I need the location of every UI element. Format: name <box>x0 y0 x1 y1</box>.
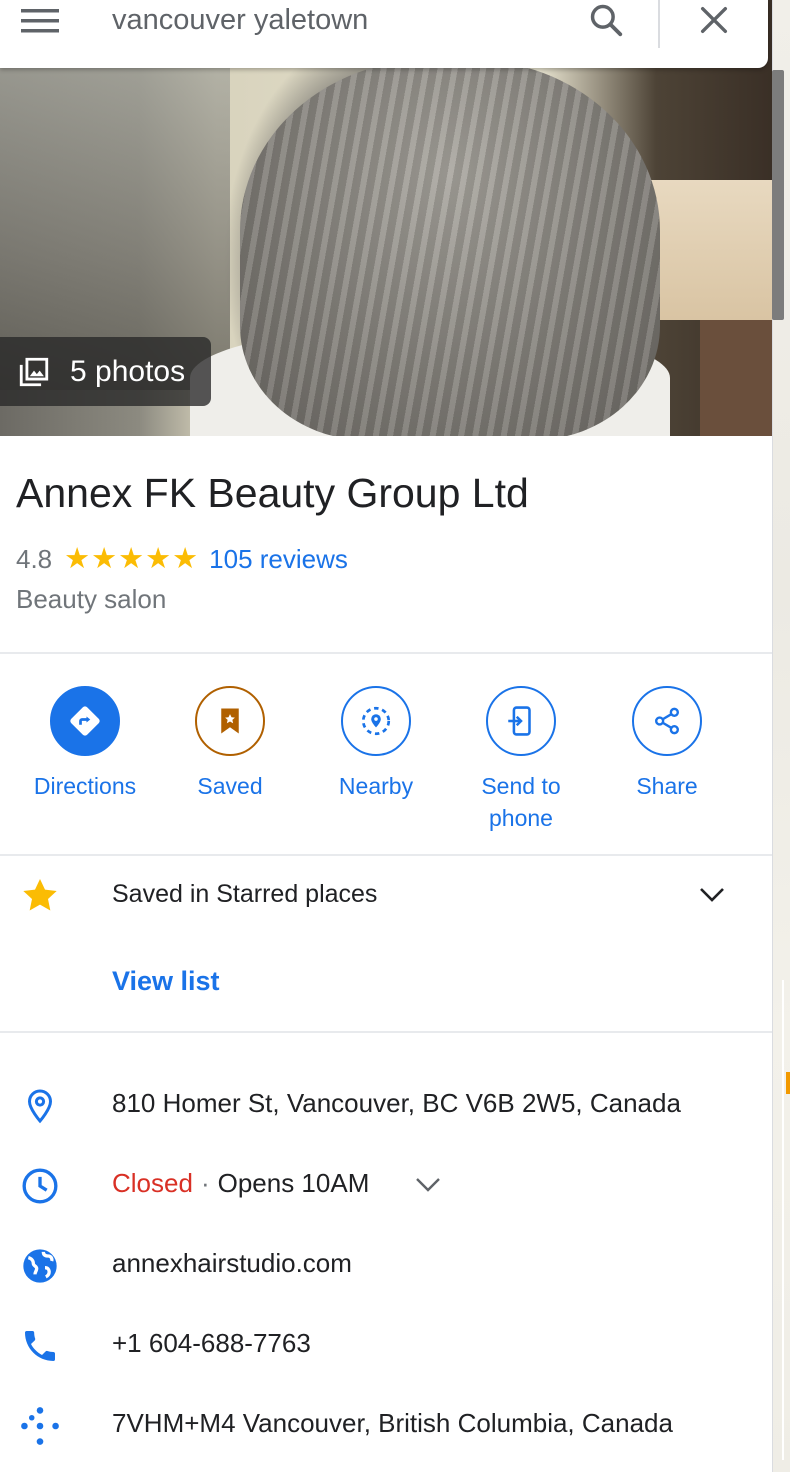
plus-code-text: 7VHM+M4 Vancouver, British Columbia, Can… <box>112 1408 673 1438</box>
menu-button[interactable] <box>20 6 60 36</box>
website-row[interactable]: annexhairstudio.com <box>0 1240 772 1290</box>
star-icon: ★ <box>64 542 91 575</box>
chevron-down-icon[interactable] <box>415 1177 441 1193</box>
panel-scrollbar[interactable] <box>772 70 784 320</box>
plus-code-icon <box>18 1404 62 1448</box>
hours-separator: · <box>200 1168 210 1198</box>
website-link[interactable]: annexhairstudio.com <box>112 1248 352 1279</box>
saved-circle <box>195 686 265 756</box>
clock-icon <box>18 1164 62 1208</box>
send-to-phone-icon <box>508 706 531 736</box>
phone-icon <box>18 1324 62 1368</box>
nearby-label: Nearby <box>338 773 414 799</box>
section-divider <box>0 854 772 856</box>
search-divider <box>658 0 660 48</box>
globe-icon <box>18 1244 62 1288</box>
opening-time: Opens 10AM <box>217 1168 370 1198</box>
saved-expand-button[interactable] <box>694 880 730 910</box>
star-icon: ★ <box>172 542 199 575</box>
directions-circle <box>50 686 120 756</box>
hours-text: Closed · Opens 10AM <box>112 1168 441 1199</box>
share-label: Share <box>636 773 698 799</box>
hamburger-menu-icon <box>21 9 59 33</box>
nearby-circle <box>341 686 411 756</box>
place-panel: 5 photos vancouver yaletown Annex FK Bea… <box>0 0 772 1472</box>
map-marker[interactable] <box>786 1072 790 1094</box>
open-status: Closed <box>112 1168 193 1198</box>
address-text: 810 Homer St, Vancouver, BC V6B 2W5, Can… <box>112 1088 681 1118</box>
send-to-phone-button[interactable]: Send to phone <box>451 686 591 834</box>
send-to-phone-label: Send to phone <box>481 773 561 831</box>
star-icon: ★ <box>91 542 118 575</box>
search-bar <box>0 0 768 68</box>
close-icon <box>700 6 728 34</box>
search-input[interactable] <box>112 0 562 40</box>
address-row[interactable]: 810 Homer St, Vancouver, BC V6B 2W5, Can… <box>0 1080 772 1130</box>
plus-code-row[interactable]: 7VHM+M4 Vancouver, British Columbia, Can… <box>0 1400 772 1450</box>
section-divider <box>0 1031 772 1033</box>
photo-subject <box>240 60 660 436</box>
place-title: Annex FK Beauty Group Ltd <box>16 470 529 516</box>
photos-button[interactable]: 5 photos <box>0 337 211 406</box>
nearby-button[interactable]: Nearby <box>306 686 446 802</box>
chevron-down-icon <box>700 888 724 902</box>
reviews-link[interactable]: 105 reviews <box>209 544 348 575</box>
search-icon <box>590 4 623 37</box>
rating-value: 4.8 <box>16 543 53 574</box>
photo-background <box>700 320 772 436</box>
star-icon: ★ <box>145 542 172 575</box>
directions-icon <box>70 706 100 736</box>
star-rating: ★ ★ ★ ★ ★ <box>64 542 199 575</box>
photo-library-icon <box>16 354 52 390</box>
clear-search-button[interactable] <box>692 0 736 40</box>
saved-label: Saved <box>197 773 263 799</box>
bookmark-icon <box>221 708 239 734</box>
photos-count-label: 5 photos <box>70 354 186 388</box>
send-to-phone-circle <box>486 686 556 756</box>
saved-button[interactable]: Saved <box>160 686 300 802</box>
share-button[interactable]: Share <box>597 686 737 802</box>
nearby-icon <box>361 706 391 736</box>
search-button[interactable] <box>584 0 628 40</box>
location-pin-icon <box>18 1084 62 1128</box>
view-list-link[interactable]: View list <box>112 966 220 997</box>
map-road <box>782 980 784 1460</box>
phone-row[interactable]: +1 604-688-7763 <box>0 1320 772 1370</box>
phone-number[interactable]: +1 604-688-7763 <box>112 1328 311 1359</box>
share-icon <box>655 707 679 735</box>
saved-list-text: Saved in Starred places <box>112 880 378 908</box>
starred-icon <box>23 879 57 911</box>
place-category: Beauty salon <box>16 584 167 614</box>
maps-page: 5 photos vancouver yaletown Annex FK Bea… <box>0 0 790 1472</box>
directions-button[interactable]: Directions <box>15 686 155 802</box>
directions-label: Directions <box>33 773 137 799</box>
star-icon: ★ <box>118 542 145 575</box>
rating-row: 4.8 ★ ★ ★ ★ ★ 105 reviews <box>16 541 348 577</box>
section-divider <box>0 652 772 654</box>
hours-row[interactable]: Closed · Opens 10AM <box>0 1160 772 1210</box>
share-circle <box>632 686 702 756</box>
